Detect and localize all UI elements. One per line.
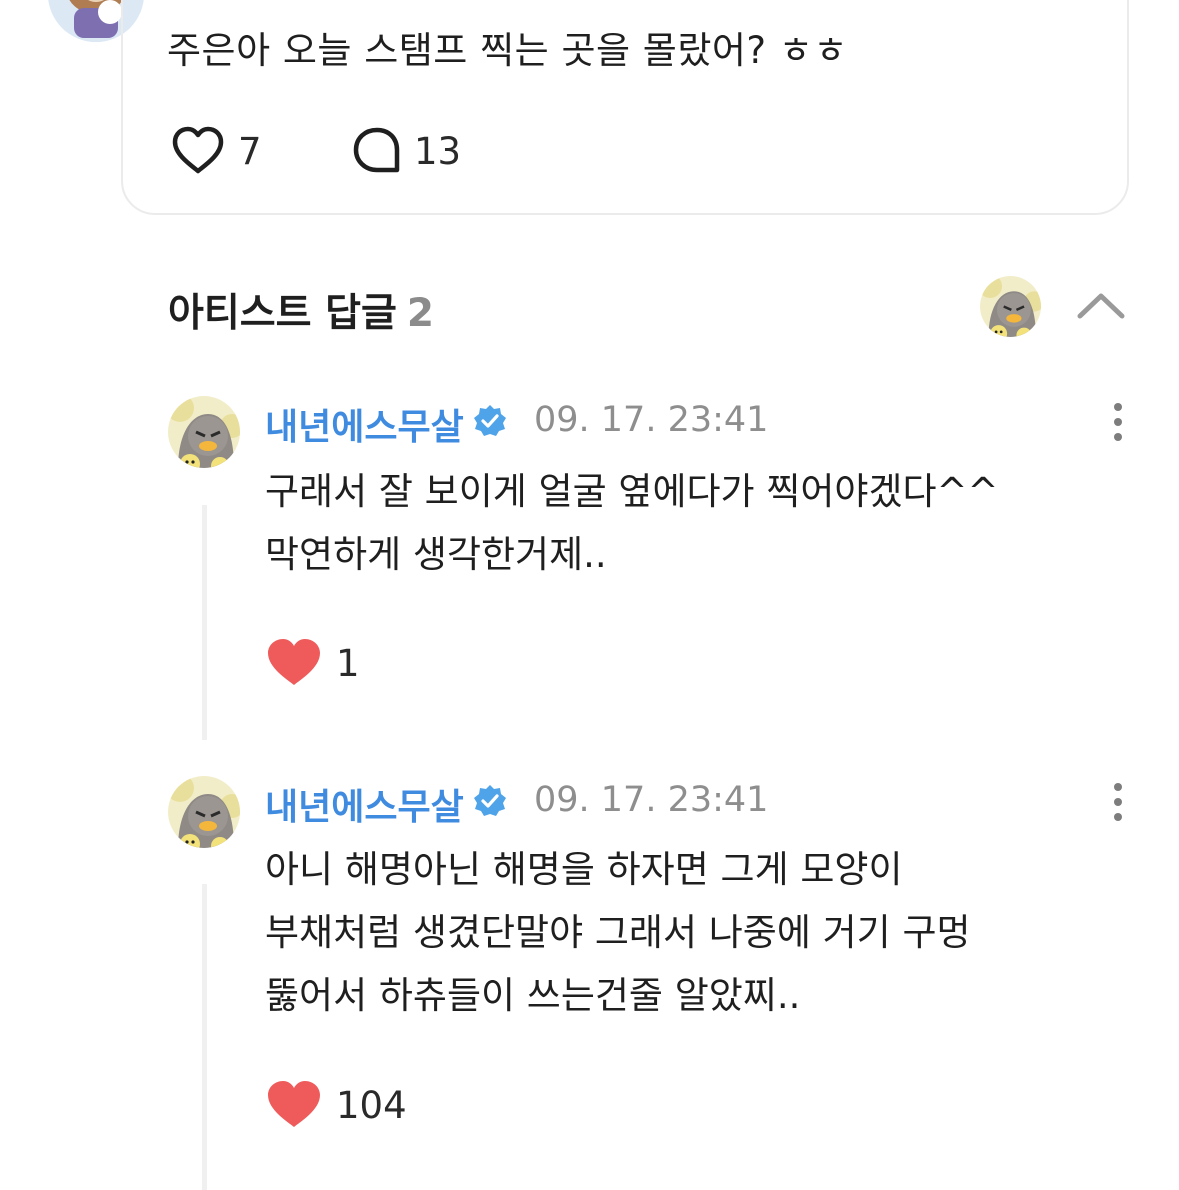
more-vertical-icon [1114, 403, 1122, 441]
artist-avatar[interactable] [980, 276, 1041, 337]
verified-badge-icon [472, 783, 508, 819]
comment-bubble-icon [353, 127, 400, 173]
verified-badge-icon [472, 403, 508, 439]
heart-filled-icon [268, 1081, 320, 1127]
chevron-up-icon [1077, 293, 1125, 319]
more-options-button[interactable] [1100, 780, 1136, 824]
reply-like-button[interactable]: 104 [266, 1078, 407, 1132]
more-vertical-icon [1114, 783, 1122, 821]
reply-text-line: 뚫어서 하츄들이 쓰는건줄 알았찌.. [265, 974, 801, 1017]
reply-text-line: 막연하게 생각한거제.. [265, 533, 607, 576]
reply-button[interactable]: 13 [352, 126, 461, 176]
reply-text: 구래서 잘 보이게 얼굴 옆에다가 찍어야겠다^^ 막연하게 생각한거제.. [265, 460, 999, 586]
reply-text: 아니 해명아닌 해명을 하자면 그게 모양이 부채처럼 생겼단말야 그래서 나중… [265, 838, 971, 1027]
more-options-button[interactable] [1100, 400, 1136, 444]
collapse-button[interactable] [1076, 288, 1126, 322]
reply-avatar[interactable] [168, 776, 240, 848]
like-button[interactable]: 7 [170, 126, 262, 176]
artist-replies-title: 아티스트 답글 2 [168, 282, 434, 338]
heart-filled-icon [268, 639, 320, 685]
thread-line [202, 505, 207, 740]
reply-like-count: 1 [336, 641, 360, 685]
thread-line [202, 884, 207, 1190]
like-count: 7 [238, 129, 262, 173]
reply-text-line: 부채처럼 생겼단말야 그래서 나중에 거기 구멍 [265, 911, 971, 954]
reply-timestamp: 09. 17. 23:41 [534, 780, 769, 820]
reply-timestamp: 09. 17. 23:41 [534, 400, 769, 440]
reply-count: 13 [414, 129, 462, 173]
reply-like-button[interactable]: 1 [266, 636, 360, 690]
reply-text-line: 구래서 잘 보이게 얼굴 옆에다가 찍어야겠다^^ [265, 470, 999, 513]
reply-author[interactable]: 내년에스무살 [265, 778, 464, 830]
artist-replies-label: 아티스트 답글 [168, 291, 397, 336]
post-text: 주은아 오늘 스탬프 찍는 곳을 몰랐어? ㅎㅎ [167, 29, 848, 72]
artist-replies-count: 2 [406, 291, 434, 336]
reply-like-count: 104 [336, 1083, 407, 1127]
heart-outline-icon [172, 126, 224, 174]
reply-avatar[interactable] [168, 396, 240, 468]
reply-author[interactable]: 내년에스무살 [265, 398, 464, 450]
reply-text-line: 아니 해명아닌 해명을 하자면 그게 모양이 [265, 848, 903, 891]
